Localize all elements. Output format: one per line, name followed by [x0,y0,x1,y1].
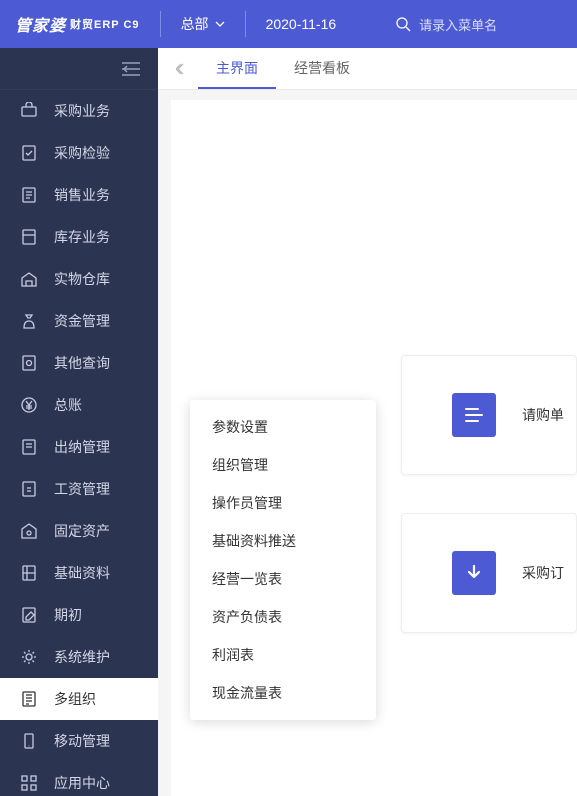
data-icon [20,564,38,582]
sidebar-item-9[interactable]: 工资管理 [0,468,158,510]
submenu-item-6[interactable]: 利润表 [190,636,376,674]
tab-0[interactable]: 主界面 [198,48,276,89]
tab-1[interactable]: 经营看板 [276,48,368,89]
submenu-popup: 参数设置组织管理操作员管理基础资料推送经营一览表资产负债表利润表现金流量表 [190,400,376,720]
box-icon [20,228,38,246]
submenu-item-4[interactable]: 经营一览表 [190,560,376,598]
search-icon [396,17,411,32]
sidebar-item-13[interactable]: 系统维护 [0,636,158,678]
search-placeholder: 请录入菜单名 [419,15,497,34]
sidebar-collapse-button[interactable] [0,48,158,90]
date-value: 2020-11-16 [266,16,337,32]
salary-icon [20,480,38,498]
search-doc-icon [20,354,38,372]
org-icon [20,690,38,708]
sidebar-item-label: 多组织 [54,689,96,709]
submenu-item-2[interactable]: 操作员管理 [190,484,376,522]
asset-icon [20,522,38,540]
tab-back-button[interactable] [168,48,198,89]
dashboard-card-0[interactable]: 请购单 [401,355,577,475]
gear-icon [20,648,38,666]
card-label: 请购单 [522,405,564,425]
collapse-icon [122,62,140,76]
sidebar-item-label: 出纳管理 [54,437,110,457]
mobile-icon [20,732,38,750]
sidebar-item-label: 其他查询 [54,353,110,373]
submenu-item-0[interactable]: 参数设置 [190,408,376,446]
submenu-item-1[interactable]: 组织管理 [190,446,376,484]
sidebar-item-14[interactable]: 多组织 [0,678,158,720]
apps-icon [20,774,38,792]
warehouse-icon [20,270,38,288]
dashboard-cards: 请购单采购订 [401,355,577,671]
sidebar-item-4[interactable]: 实物仓库 [0,258,158,300]
sidebar-item-label: 基础资料 [54,563,110,583]
sidebar-item-label: 应用中心 [54,773,110,793]
submenu-item-5[interactable]: 资产负债表 [190,598,376,636]
sidebar-item-label: 固定资产 [54,521,110,541]
sidebar-item-0[interactable]: 采购业务 [0,90,158,132]
menu-search[interactable]: 请录入菜单名 [356,15,497,34]
sidebar: 采购业务采购检验销售业务库存业务实物仓库资金管理其他查询总账出纳管理工资管理固定… [0,48,158,796]
chevron-down-icon [215,21,225,27]
ledger-icon [20,438,38,456]
sidebar-item-label: 工资管理 [54,479,110,499]
sidebar-item-8[interactable]: 出纳管理 [0,426,158,468]
sidebar-item-label: 库存业务 [54,227,110,247]
app-logo: 管家婆 财贸ERP C9 [15,11,161,37]
sidebar-item-7[interactable]: 总账 [0,384,158,426]
sidebar-item-label: 总账 [54,395,82,415]
download-icon [452,551,496,595]
org-label: 总部 [181,14,209,34]
sidebar-item-5[interactable]: 资金管理 [0,300,158,342]
sidebar-item-6[interactable]: 其他查询 [0,342,158,384]
dashboard-card-1[interactable]: 采购订 [401,513,577,633]
date-display[interactable]: 2020-11-16 [246,0,357,48]
sidebar-item-label: 实物仓库 [54,269,110,289]
sidebar-item-10[interactable]: 固定资产 [0,510,158,552]
check-doc-icon [20,144,38,162]
submenu-item-7[interactable]: 现金流量表 [190,674,376,712]
sidebar-item-label: 采购检验 [54,143,110,163]
sidebar-item-12[interactable]: 期初 [0,594,158,636]
sidebar-item-2[interactable]: 销售业务 [0,174,158,216]
sidebar-item-label: 期初 [54,605,82,625]
sidebar-item-label: 资金管理 [54,311,110,331]
sidebar-item-label: 销售业务 [54,185,110,205]
sidebar-nav: 采购业务采购检验销售业务库存业务实物仓库资金管理其他查询总账出纳管理工资管理固定… [0,90,158,796]
logo-sub: 财贸ERP C9 [70,16,140,32]
list-icon [452,393,496,437]
app-header: 管家婆 财贸ERP C9 总部 2020-11-16 请录入菜单名 [0,0,577,48]
money-bag-icon [20,312,38,330]
cart-icon [20,102,38,120]
yen-icon [20,396,38,414]
logo-main: 管家婆 [15,12,66,36]
submenu-item-3[interactable]: 基础资料推送 [190,522,376,560]
card-label: 采购订 [522,563,564,583]
sidebar-item-15[interactable]: 移动管理 [0,720,158,762]
edit-icon [20,606,38,624]
doc-icon [20,186,38,204]
sidebar-item-16[interactable]: 应用中心 [0,762,158,796]
sidebar-item-label: 系统维护 [54,647,110,667]
sidebar-item-1[interactable]: 采购检验 [0,132,158,174]
sidebar-item-11[interactable]: 基础资料 [0,552,158,594]
sidebar-item-label: 移动管理 [54,731,110,751]
sidebar-item-3[interactable]: 库存业务 [0,216,158,258]
sidebar-item-label: 采购业务 [54,101,110,121]
org-selector[interactable]: 总部 [161,11,246,37]
tabbar: 主界面经营看板 [158,48,577,90]
